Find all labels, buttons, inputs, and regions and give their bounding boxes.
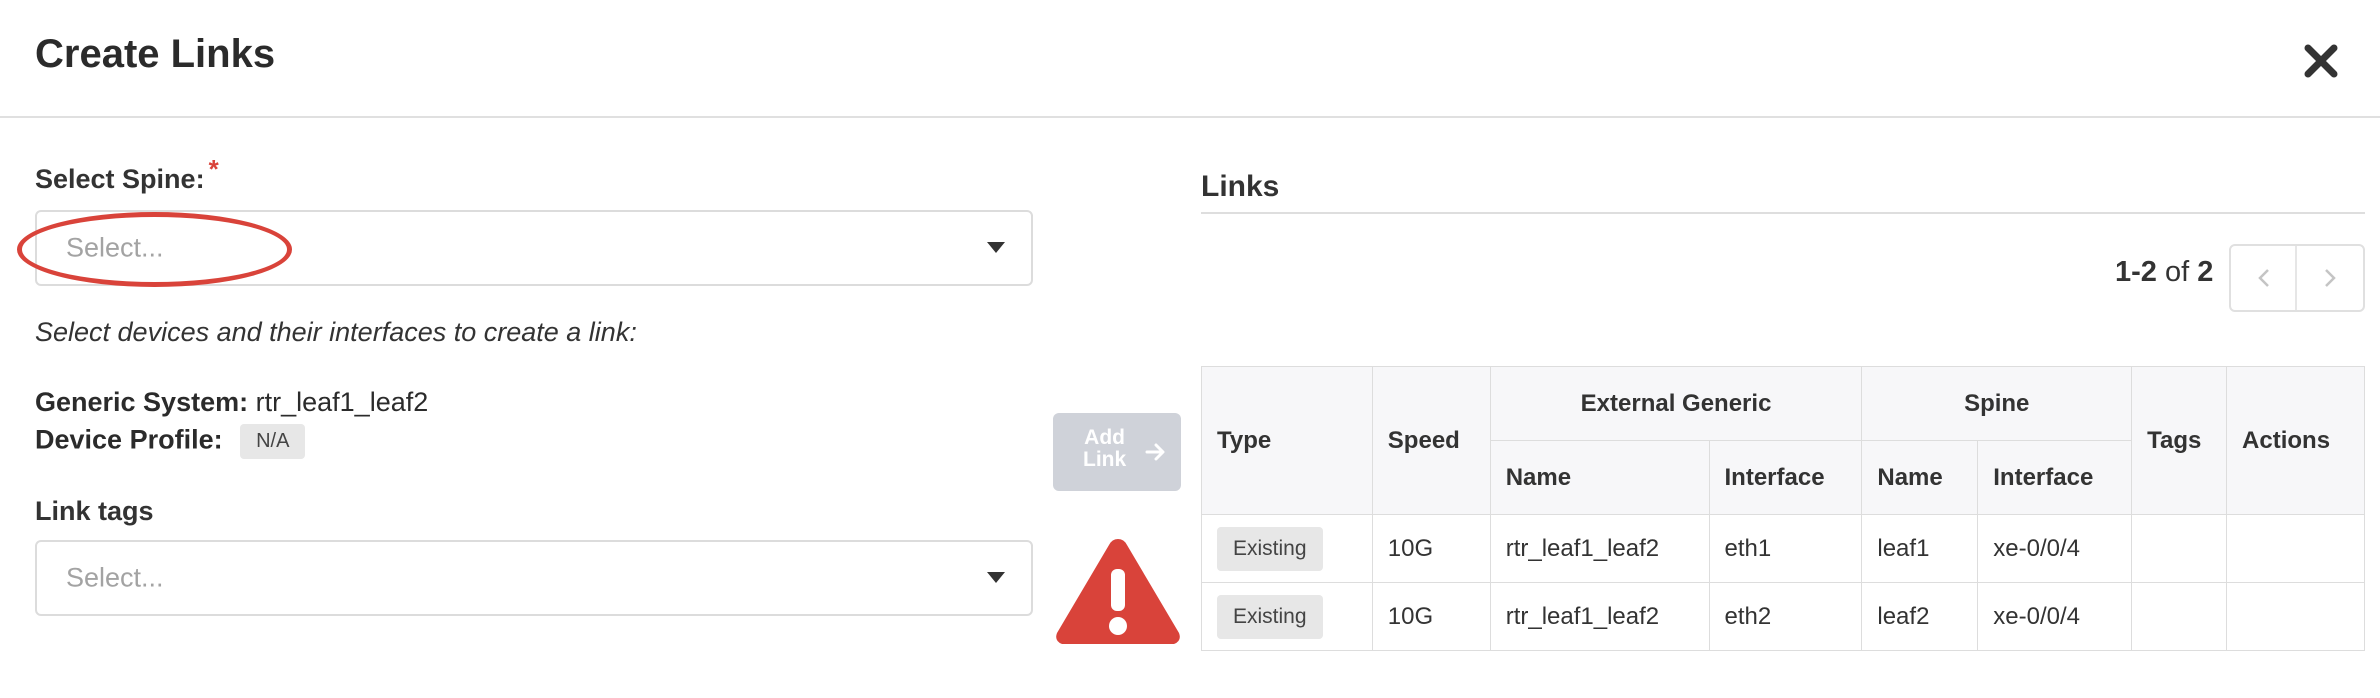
arrow-right-icon [1145, 443, 1165, 461]
column-header-speed: Speed [1371, 366, 1491, 515]
pagination-controls [2229, 244, 2365, 312]
chevron-right-icon [2325, 269, 2336, 287]
cell-spine-name: leaf2 [1861, 582, 1979, 651]
link-tags-placeholder: Select... [66, 562, 164, 593]
next-page-button[interactable] [2297, 246, 2363, 310]
instruction-hint: Select devices and their interfaces to c… [35, 317, 637, 347]
pagination-total: 2 [2197, 256, 2214, 288]
column-header-type: Type [1201, 366, 1373, 515]
column-header-ext-name: Name [1489, 440, 1710, 515]
add-link-label-line1: Add [1084, 426, 1125, 449]
chevron-left-icon [2258, 269, 2269, 287]
warning-triangle-icon [1056, 539, 1180, 644]
cell-ext-interface: eth1 [1708, 514, 1863, 583]
chevron-down-icon [987, 572, 1005, 583]
cell-tags [2131, 582, 2228, 651]
dialog-header: Create Links [0, 0, 2380, 118]
column-header-ext-interface: Interface [1708, 440, 1863, 515]
cell-speed: 10G [1371, 514, 1491, 583]
device-profile-row: Device Profile: N/A [35, 424, 306, 459]
links-divider [1201, 212, 2365, 214]
generic-system-row: Generic System: rtr_leaf1_leaf2 [35, 387, 428, 418]
link-type-badge: Existing [1217, 526, 1323, 571]
cell-speed: 10G [1371, 582, 1491, 651]
prev-page-button[interactable] [2231, 246, 2297, 310]
cell-actions [2226, 582, 2365, 651]
cell-ext-interface: eth2 [1708, 582, 1863, 651]
table-row: Existing 10G rtr_leaf1_leaf2 eth1 leaf1 … [1201, 514, 2365, 583]
spine-select-placeholder: Select... [66, 232, 164, 263]
generic-system-value: rtr_leaf1_leaf2 [255, 387, 429, 417]
cell-spine-interface: xe-0/0/4 [1977, 514, 2133, 583]
required-marker: * [208, 154, 219, 184]
spine-select[interactable]: Select... [35, 210, 1033, 286]
column-header-tags: Tags [2131, 366, 2228, 515]
chevron-down-icon [987, 242, 1005, 253]
cell-actions [2226, 514, 2365, 583]
link-type-badge: Existing [1217, 594, 1323, 639]
column-group-external-generic: External Generic [1489, 366, 1863, 441]
links-title: Links [1201, 170, 1280, 203]
dialog-title: Create Links [35, 32, 276, 76]
links-table: Type Speed External Generic Spine Tags A… [1201, 366, 2365, 651]
pagination-of: of [2164, 256, 2190, 288]
column-header-spine-interface: Interface [1977, 440, 2133, 515]
add-link-button[interactable]: Add Link [1053, 413, 1181, 491]
select-spine-label: Select Spine: * [35, 154, 219, 194]
cell-spine-name: leaf1 [1861, 514, 1979, 583]
column-group-spine: Spine [1861, 366, 2133, 441]
device-profile-label: Device Profile: [35, 424, 223, 455]
pagination-summary: 1-2 of 2 [2115, 256, 2213, 289]
device-profile-badge: N/A [240, 424, 306, 459]
table-row: Existing 10G rtr_leaf1_leaf2 eth2 leaf2 … [1201, 582, 2365, 651]
column-header-spine-name: Name [1861, 440, 1979, 515]
pagination-range: 1-2 [2115, 256, 2157, 288]
add-link-label-line2: Link [1083, 448, 1127, 471]
link-tags-select[interactable]: Select... [35, 540, 1033, 616]
close-icon[interactable] [2303, 43, 2339, 79]
cell-ext-name: rtr_leaf1_leaf2 [1489, 582, 1710, 651]
column-header-actions: Actions [2226, 366, 2365, 515]
cell-ext-name: rtr_leaf1_leaf2 [1489, 514, 1710, 583]
cell-tags [2131, 514, 2228, 583]
generic-system-label: Generic System: [35, 387, 249, 417]
cell-spine-interface: xe-0/0/4 [1977, 582, 2133, 651]
link-tags-label: Link tags [35, 496, 154, 526]
